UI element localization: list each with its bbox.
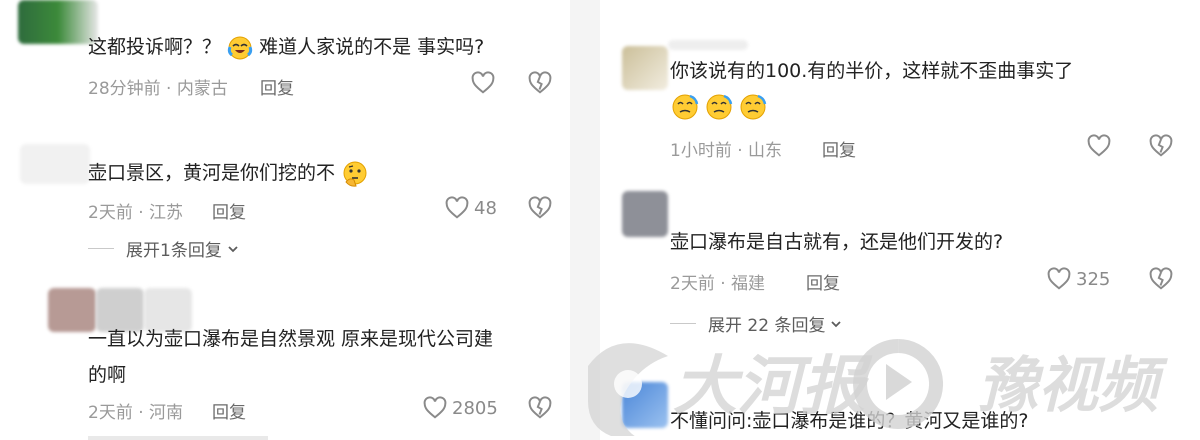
comment-time-location: 2天前 · 河南 [88,403,184,423]
expand-divider [670,323,696,324]
avatar[interactable] [622,46,668,90]
comment-text: 这都投诉啊？？ 难道人家说的不是 事实吗? [88,30,484,64]
comment-column-left: 这都投诉啊？？ 难道人家说的不是 事实吗? 28分钟前 · 内蒙古 回复 壶口景… [0,0,570,440]
like-heart-icon[interactable] [1086,133,1112,159]
dislike-broken-heart-icon[interactable] [527,395,553,421]
chevron-down-icon [228,245,238,252]
comment-item: 你该说有的100.有的半价，这样就不歪曲事实了 1小时前 · 山东 回复 [600,0,1200,175]
expand-divider [88,248,114,249]
comment-item: 壶口景区，黄河是你们挖的不 2天前 · 江苏 回复 48 展开1条回复 [0,140,570,270]
emoji-row [670,92,768,122]
chevron-down-icon [831,320,842,327]
like-button[interactable]: 2805 [422,395,498,421]
dislike-broken-heart-icon[interactable] [527,70,553,96]
thinking-emoji-icon [343,161,367,187]
comment-item: 这都投诉啊？？ 难道人家说的不是 事实吗? 28分钟前 · 内蒙古 回复 [0,0,570,120]
like-heart-icon [1047,267,1071,290]
comment-time-location: 28分钟前 · 内蒙古 [88,79,228,99]
expand-label: 展开 22 条回复 [708,316,826,336]
dislike-broken-heart-icon[interactable] [1148,266,1174,292]
like-count: 48 [474,197,497,219]
like-heart-icon [445,196,469,219]
dizzy-face-emoji-icon [740,94,767,120]
reply-button[interactable]: 回复 [212,398,246,423]
avatar-blur-block [668,40,748,50]
comment-time-location: 2天前 · 江苏 [88,203,184,223]
like-heart-icon [423,396,447,419]
dizzy-face-emoji-icon [706,94,733,120]
comment-item: 一直以为壶口瀑布是自然景观 原来是现代公司建 的啊 2天前 · 河南 回复 28… [0,286,570,440]
expand-replies-button[interactable]: 展开1条回复 [88,236,240,261]
avatar[interactable] [622,382,668,428]
reply-button[interactable]: 回复 [212,198,246,223]
column-divider [570,0,600,440]
like-button[interactable]: 325 [1046,266,1110,292]
like-count: 325 [1076,268,1111,290]
dizzy-face-emoji-icon [672,94,699,120]
comment-item: 壶口瀑布是自古就有，还是他们开发的? 2天前 · 福建 回复 325 展开 22… [600,185,1200,345]
comment-text: 壶口景区，黄河是你们挖的不 [88,156,369,190]
comment-text: 不懂问问:壶口瀑布是谁的？黄河又是谁的? [670,410,1029,432]
dislike-broken-heart-icon[interactable] [527,195,553,221]
reply-button[interactable]: 回复 [260,74,294,99]
like-heart-icon[interactable] [470,70,496,96]
comment-text: 你该说有的100.有的半价，这样就不歪曲事实了 [670,60,1074,82]
avatar[interactable] [18,0,98,44]
expand-replies-partial [88,436,268,440]
comment-item: 不懂问问:壶口瀑布是谁的？黄河又是谁的? [600,378,1200,440]
comment-time-location: 1小时前 · 山东 [670,141,783,161]
reply-button[interactable]: 回复 [822,136,856,161]
comment-text: 壶口瀑布是自古就有，还是他们开发的? [670,231,1004,253]
dislike-broken-heart-icon[interactable] [1148,133,1174,159]
avatar[interactable] [622,191,668,237]
comment-text-line: 一直以为壶口瀑布是自然景观 原来是现代公司建 [88,328,494,350]
comment-time-location: 2天前 · 福建 [670,274,766,294]
like-count: 2805 [452,397,498,419]
expand-replies-button[interactable]: 展开 22 条回复 [670,311,843,336]
cry-laugh-emoji-icon [227,36,253,59]
reply-button[interactable]: 回复 [806,269,840,294]
like-button[interactable]: 48 [444,195,497,221]
comment-column-right: 你该说有的100.有的半价，这样就不歪曲事实了 1小时前 · 山东 回复 壶口瀑… [600,0,1200,440]
comment-text-line: 的啊 [88,364,127,386]
avatar[interactable] [20,144,90,184]
expand-label: 展开1条回复 [126,241,222,261]
